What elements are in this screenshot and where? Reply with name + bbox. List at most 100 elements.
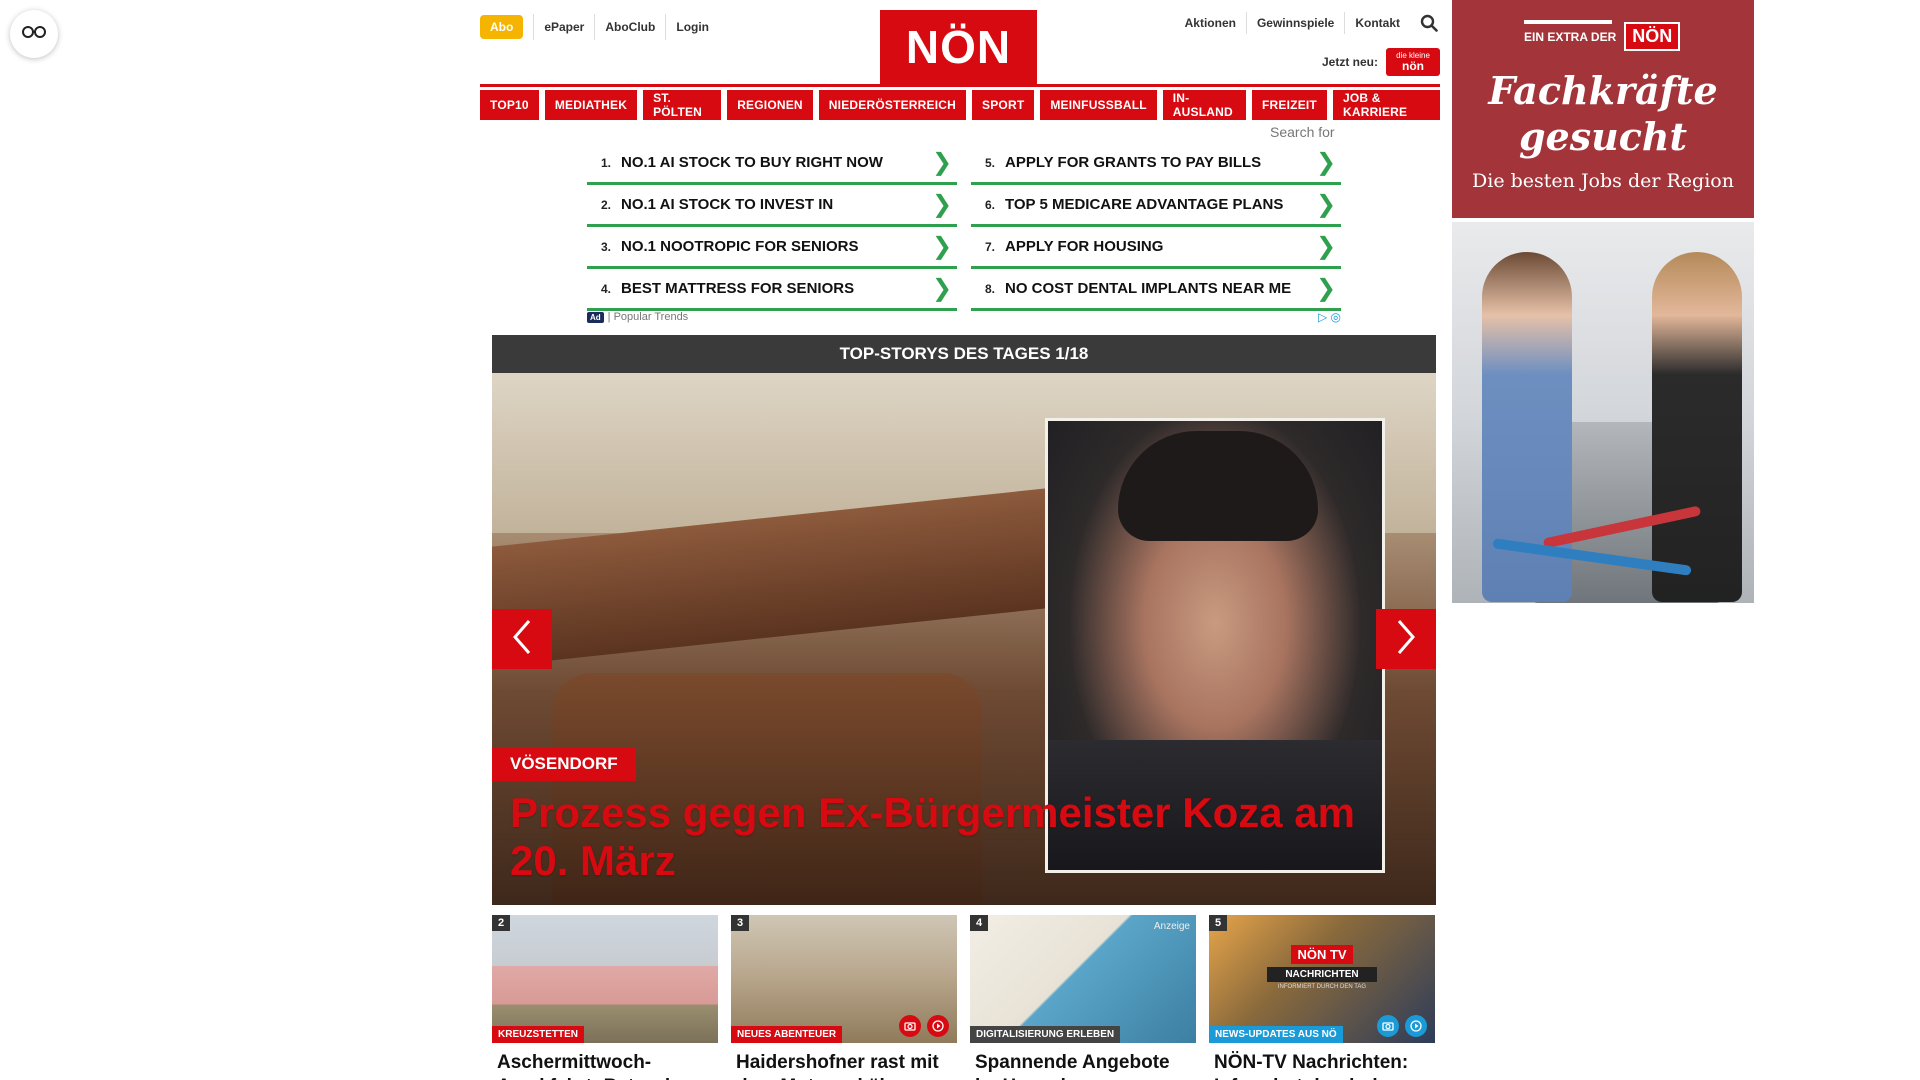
side-ad-bar	[1524, 20, 1612, 24]
ad-item-number: 4.	[600, 281, 611, 296]
top-links: Abo ePaper AboClub Login	[480, 14, 719, 40]
nav-sport[interactable]: SPORT	[972, 90, 1035, 120]
nav-top10[interactable]: TOP10	[480, 90, 539, 120]
ad-item-text: NO.1 AI STOCK TO BUY RIGHT NOW	[621, 154, 883, 171]
gewinnspiele-link[interactable]: Gewinnspiele	[1245, 12, 1344, 34]
ad-source: Ad | Popular Trends	[587, 311, 688, 323]
teaser-image: 5 NÖN TV NACHRICHTEN INFORMIERT DURCH DE…	[1209, 915, 1435, 1043]
nav-freizeit[interactable]: FREIZEIT	[1252, 90, 1327, 120]
side-ad-image	[1452, 222, 1754, 603]
glasses-icon	[22, 25, 46, 44]
ad-search-list: 1. NO.1 AI STOCK TO BUY RIGHT NOW ❯ 5. APPL…	[587, 143, 1341, 311]
teaser-image: 2 KREUZSTETTEN	[492, 915, 718, 1043]
ad-item-text: NO.1 NOOTROPIC FOR SENIORS	[621, 238, 859, 255]
ad-search-item[interactable]: 5. APPLY FOR GRANTS TO PAY BILLS ❯	[971, 143, 1341, 185]
ad-search-item[interactable]: 4. BEST MATTRESS FOR SENIORS ❯	[587, 269, 957, 311]
jetzt-neu-label: Jetzt neu:	[1321, 55, 1378, 69]
hero-kicker[interactable]: VÖSENDORF	[492, 747, 636, 781]
ad-search-item[interactable]: 3. NO.1 NOOTROPIC FOR SENIORS ❯	[587, 227, 957, 269]
chevron-left-icon	[511, 619, 533, 660]
ad-item-number: 1.	[600, 155, 611, 170]
ad-item-text: NO.1 AI STOCK TO INVEST IN	[621, 196, 834, 213]
noen-tv-sub: NACHRICHTEN	[1267, 967, 1377, 982]
adchoices-icon[interactable]: ▷ ◎	[1318, 310, 1341, 324]
chevron-right-icon: ❯	[1315, 233, 1337, 260]
abo-button[interactable]: Abo	[480, 15, 524, 39]
teaser-number: 2	[492, 915, 511, 931]
camera-icon	[1377, 1015, 1399, 1037]
ad-item-text: NO COST DENTAL IMPLANTS NEAR ME	[1005, 280, 1292, 297]
site-logo[interactable]: NÖN	[880, 10, 1037, 84]
ad-search-item[interactable]: 1. NO.1 AI STOCK TO BUY RIGHT NOW ❯	[587, 143, 957, 185]
teaser-card[interactable]: 2 KREUZSTETTEN Aschermittwoch-Amokfahrt:…	[492, 915, 718, 1080]
nav-niederoesterreich[interactable]: NIEDERÖSTERREICH	[818, 90, 967, 120]
nav-st-poelten[interactable]: ST. PÖLTEN	[643, 90, 722, 120]
chevron-right-icon: ❯	[931, 275, 953, 302]
teaser-kicker: KREUZSTETTEN	[492, 1026, 584, 1043]
login-link[interactable]: Login	[665, 14, 719, 40]
search-icon[interactable]	[1418, 12, 1440, 34]
epaper-link[interactable]: ePaper	[533, 14, 594, 40]
camera-icon	[899, 1015, 921, 1037]
side-ad-logo: NÖN	[1624, 22, 1681, 51]
chevron-right-icon: ❯	[1315, 149, 1337, 176]
nav-job-karriere[interactable]: JOB & KARRIERE	[1332, 90, 1440, 120]
noen-tv-logo-text: NÖN TV	[1291, 945, 1353, 964]
carousel-prev-button[interactable]	[492, 609, 552, 669]
noen-tv-logo: NÖN TV NACHRICHTEN INFORMIERT DURCH DEN …	[1267, 945, 1377, 990]
nav-mediathek[interactable]: MEDIATHEK	[544, 90, 638, 120]
main-nav: TOP10 MEDIATHEK ST. PÖLTEN REGIONEN NIED…	[480, 90, 1440, 120]
teaser-kicker: NEUES ABENTEUER	[731, 1026, 843, 1043]
ad-search-item[interactable]: 2. NO.1 AI STOCK TO INVEST IN ❯	[587, 185, 957, 227]
nav-meinfussball[interactable]: MEINFUSSBALL	[1040, 90, 1157, 120]
teaser-number: 3	[731, 915, 750, 931]
right-links: Aktionen Gewinnspiele Kontakt	[1175, 12, 1440, 34]
teaser-headline[interactable]: Aschermittwoch-Amokfahrt: Betrunken	[492, 1043, 718, 1080]
chevron-right-icon: ❯	[931, 191, 953, 218]
play-icon	[1405, 1015, 1427, 1037]
carousel-next-button[interactable]	[1376, 609, 1436, 669]
nav-divider	[480, 84, 1440, 87]
teaser-card[interactable]: 5 NÖN TV NACHRICHTEN INFORMIERT DURCH DE…	[1209, 915, 1435, 1080]
chevron-right-icon: ❯	[931, 233, 953, 260]
side-ad-banner: EIN EXTRA DER NÖN Fachkräfte gesucht Die…	[1452, 0, 1754, 218]
ad-item-text: APPLY FOR GRANTS TO PAY BILLS	[1005, 154, 1262, 171]
teaser-headline[interactable]: NÖN-TV Nachrichten: Informiert durch den…	[1209, 1043, 1435, 1080]
teaser-card[interactable]: 4 Anzeige DIGITALISIERUNG ERLEBEN Spanne…	[970, 915, 1196, 1080]
hero-headline[interactable]: Prozess gegen Ex-Bürgermeister Koza am 2…	[510, 789, 1410, 885]
teaser-number: 4	[970, 915, 989, 931]
side-advertisement[interactable]: EIN EXTRA DER NÖN Fachkräfte gesucht Die…	[1452, 0, 1754, 603]
ad-footer: Ad | Popular Trends ▷ ◎	[587, 310, 1341, 324]
chevron-right-icon: ❯	[1315, 191, 1337, 218]
teaser-kicker: DIGITALISIERUNG ERLEBEN	[970, 1026, 1121, 1043]
hero-story[interactable]: VÖSENDORF Prozess gegen Ex-Bürgermeister…	[492, 373, 1436, 905]
nav-regionen[interactable]: REGIONEN	[727, 90, 813, 120]
side-ad-person-right	[1652, 252, 1742, 602]
ad-item-text: APPLY FOR HOUSING	[1005, 238, 1164, 255]
ad-search-item[interactable]: 6. TOP 5 MEDICARE ADVANTAGE PLANS ❯	[971, 185, 1341, 227]
ad-item-number: 3.	[600, 239, 611, 254]
aboclub-link[interactable]: AboClub	[594, 14, 665, 40]
ad-item-number: 7.	[984, 239, 995, 254]
ad-search-item[interactable]: 8. NO COST DENTAL IMPLANTS NEAR ME ❯	[971, 269, 1341, 311]
teaser-card[interactable]: 3 NEUES ABENTEUER Haidershofner rast mit…	[731, 915, 957, 1080]
chevron-right-icon: ❯	[1315, 275, 1337, 302]
media-badges	[1377, 1015, 1427, 1037]
aktionen-link[interactable]: Aktionen	[1175, 12, 1246, 34]
nav-in-ausland[interactable]: IN-AUSLAND	[1162, 90, 1247, 120]
kleine-noen-badge[interactable]: die kleine nön	[1386, 48, 1440, 76]
reader-mode-button[interactable]	[10, 10, 58, 58]
ad-mark-badge: Ad	[587, 312, 604, 323]
play-icon	[927, 1015, 949, 1037]
ad-source-label: | Popular Trends	[607, 311, 689, 323]
teaser-headline[interactable]: Spannende Angebote im Haus der Digitalis…	[970, 1043, 1196, 1080]
teaser-headline[interactable]: Haidershofner rast mit dem Motorrad über	[731, 1043, 957, 1080]
ad-search-item[interactable]: 7. APPLY FOR HOUSING ❯	[971, 227, 1341, 269]
noen-tv-small: INFORMIERT DURCH DEN TAG	[1277, 984, 1367, 990]
ad-item-number: 5.	[984, 155, 995, 170]
teaser-cards: 2 KREUZSTETTEN Aschermittwoch-Amokfahrt:…	[492, 915, 1436, 1080]
chevron-right-icon: ❯	[931, 149, 953, 176]
ad-item-number: 2.	[600, 197, 611, 212]
ad-item-text: TOP 5 MEDICARE ADVANTAGE PLANS	[1005, 196, 1284, 213]
kontakt-link[interactable]: Kontakt	[1344, 12, 1410, 34]
